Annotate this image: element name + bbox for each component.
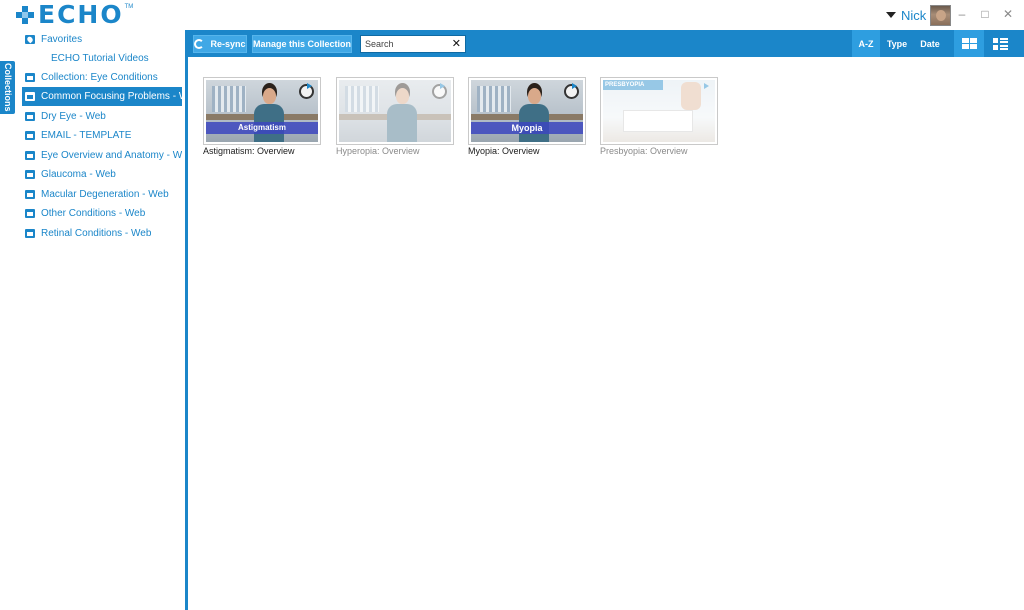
sidebar-item-dry-eye[interactable]: Dry Eye - Web (22, 107, 182, 126)
sidebar-item-label: Macular Degeneration - Web (41, 189, 169, 200)
sort-az-button[interactable]: A-Z (852, 30, 880, 57)
media-thumbnail[interactable] (336, 77, 454, 145)
sidebar-item-common-focusing-problems[interactable]: Common Focusing Problems - Web (22, 87, 182, 106)
resync-button[interactable]: Re-sync (193, 35, 247, 53)
collection-icon (25, 112, 35, 121)
grid-view-button[interactable] (954, 30, 984, 57)
sidebar-item-label: Eye Overview and Anatomy - Web (41, 150, 182, 161)
sidebar-item-macular-degeneration[interactable]: Macular Degeneration - Web (22, 185, 182, 204)
media-card-astigmatism[interactable]: Astigmatism Astigmatism: Overview (203, 77, 321, 156)
media-thumbnail[interactable]: PRESBYOPIA (600, 77, 718, 145)
maximize-button[interactable]: □ (977, 6, 993, 22)
sidebar-item-label: EMAIL - TEMPLATE (41, 130, 132, 141)
resync-label: Re-sync (210, 39, 246, 49)
clear-search-icon[interactable]: ✕ (452, 37, 461, 51)
refresh-icon (194, 39, 205, 49)
media-title[interactable]: Myopia: Overview (468, 146, 586, 156)
manage-collection-label: Manage this Collection (253, 39, 352, 49)
sidebar-item-glaucoma[interactable]: Glaucoma - Web (22, 165, 182, 184)
caret-down-icon[interactable] (886, 12, 896, 18)
logo-trademark: TM (124, 4, 134, 10)
sidebar-item-favorites[interactable]: Favorites (22, 30, 182, 49)
heart-icon (25, 35, 35, 44)
folder-open-icon (25, 92, 35, 101)
collections-sidebar: Favorites ECHO Tutorial Videos Collectio… (20, 30, 184, 610)
collection-icon (25, 73, 35, 82)
sidebar-item-label: Retinal Conditions - Web (41, 228, 152, 239)
thumbnail-banner: Myopia (471, 122, 583, 134)
sidebar-item-email-template[interactable]: EMAIL - TEMPLATE (22, 126, 182, 145)
collection-icon (25, 229, 35, 238)
sidebar-item-echo-tutorial-videos[interactable]: ECHO Tutorial Videos (22, 49, 182, 68)
media-thumbnail[interactable]: Astigmatism (203, 77, 321, 145)
collection-icon (25, 190, 35, 199)
collections-tab-label: Collections (3, 63, 13, 112)
collection-icon (25, 170, 35, 179)
manage-collection-button[interactable]: Manage this Collection (252, 35, 352, 53)
media-title[interactable]: Presbyopia: Overview (600, 146, 718, 156)
media-thumbnail[interactable]: Myopia (468, 77, 586, 145)
collections-tab[interactable]: Collections (0, 61, 15, 114)
play-icon (307, 83, 312, 89)
list-view-icon (992, 37, 1008, 50)
sidebar-item-eye-overview-anatomy[interactable]: Eye Overview and Anatomy - Web (22, 146, 182, 165)
sidebar-item-retinal-conditions[interactable]: Retinal Conditions - Web (22, 224, 182, 243)
collection-icon (25, 131, 35, 140)
media-card-hyperopia[interactable]: Hyperopia: Overview (336, 77, 454, 156)
sidebar-item-label: Common Focusing Problems - Web (41, 91, 182, 102)
sort-type-button[interactable]: Type (882, 30, 912, 57)
sidebar-item-other-conditions[interactable]: Other Conditions - Web (22, 204, 182, 223)
sidebar-item-eye-conditions[interactable]: Collection: Eye Conditions (22, 68, 182, 87)
sort-date-button[interactable]: Date (915, 30, 945, 57)
logo-text: ECHO (38, 0, 124, 29)
sidebar-item-label: Favorites (41, 34, 83, 45)
thumbnail-banner: Astigmatism (206, 122, 318, 134)
minimize-button[interactable]: – (954, 6, 970, 22)
title-bar: ECHO TM Nick – □ ✕ (0, 0, 1024, 30)
media-title[interactable]: Astigmatism: Overview (203, 146, 321, 156)
toolbar: Re-sync Manage this Collection ✕ A-Z Typ… (188, 30, 1024, 57)
play-icon (440, 83, 445, 89)
sidebar-item-label: Glaucoma - Web (41, 169, 116, 180)
user-name[interactable]: Nick (901, 8, 926, 23)
play-icon (704, 83, 709, 89)
collection-icon (25, 151, 35, 160)
play-icon (572, 83, 577, 89)
media-card-myopia[interactable]: Myopia Myopia: Overview (468, 77, 586, 156)
thumbnail-banner: PRESBYOPIA (603, 80, 663, 90)
media-grid: Astigmatism Astigmatism: Overview Hypero… (188, 57, 1024, 610)
search-input[interactable] (361, 36, 449, 52)
sidebar-item-label: Collection: Eye Conditions (41, 72, 158, 83)
avatar[interactable] (930, 4, 952, 26)
grid-view-icon (961, 37, 977, 50)
list-view-button[interactable] (985, 30, 1015, 57)
close-button[interactable]: ✕ (1000, 6, 1016, 22)
sidebar-item-label: ECHO Tutorial Videos (51, 53, 149, 64)
echo-logo: ECHO TM (15, 0, 134, 29)
media-card-presbyopia[interactable]: PRESBYOPIA Presbyopia: Overview (600, 77, 718, 156)
user-menu[interactable]: Nick (886, 4, 952, 26)
sidebar-item-label: Dry Eye - Web (41, 111, 106, 122)
echo-cross-icon (15, 5, 35, 25)
collection-icon (25, 209, 35, 218)
search-box: ✕ (360, 35, 466, 53)
sidebar-item-label: Other Conditions - Web (41, 208, 146, 219)
media-title[interactable]: Hyperopia: Overview (336, 146, 454, 156)
